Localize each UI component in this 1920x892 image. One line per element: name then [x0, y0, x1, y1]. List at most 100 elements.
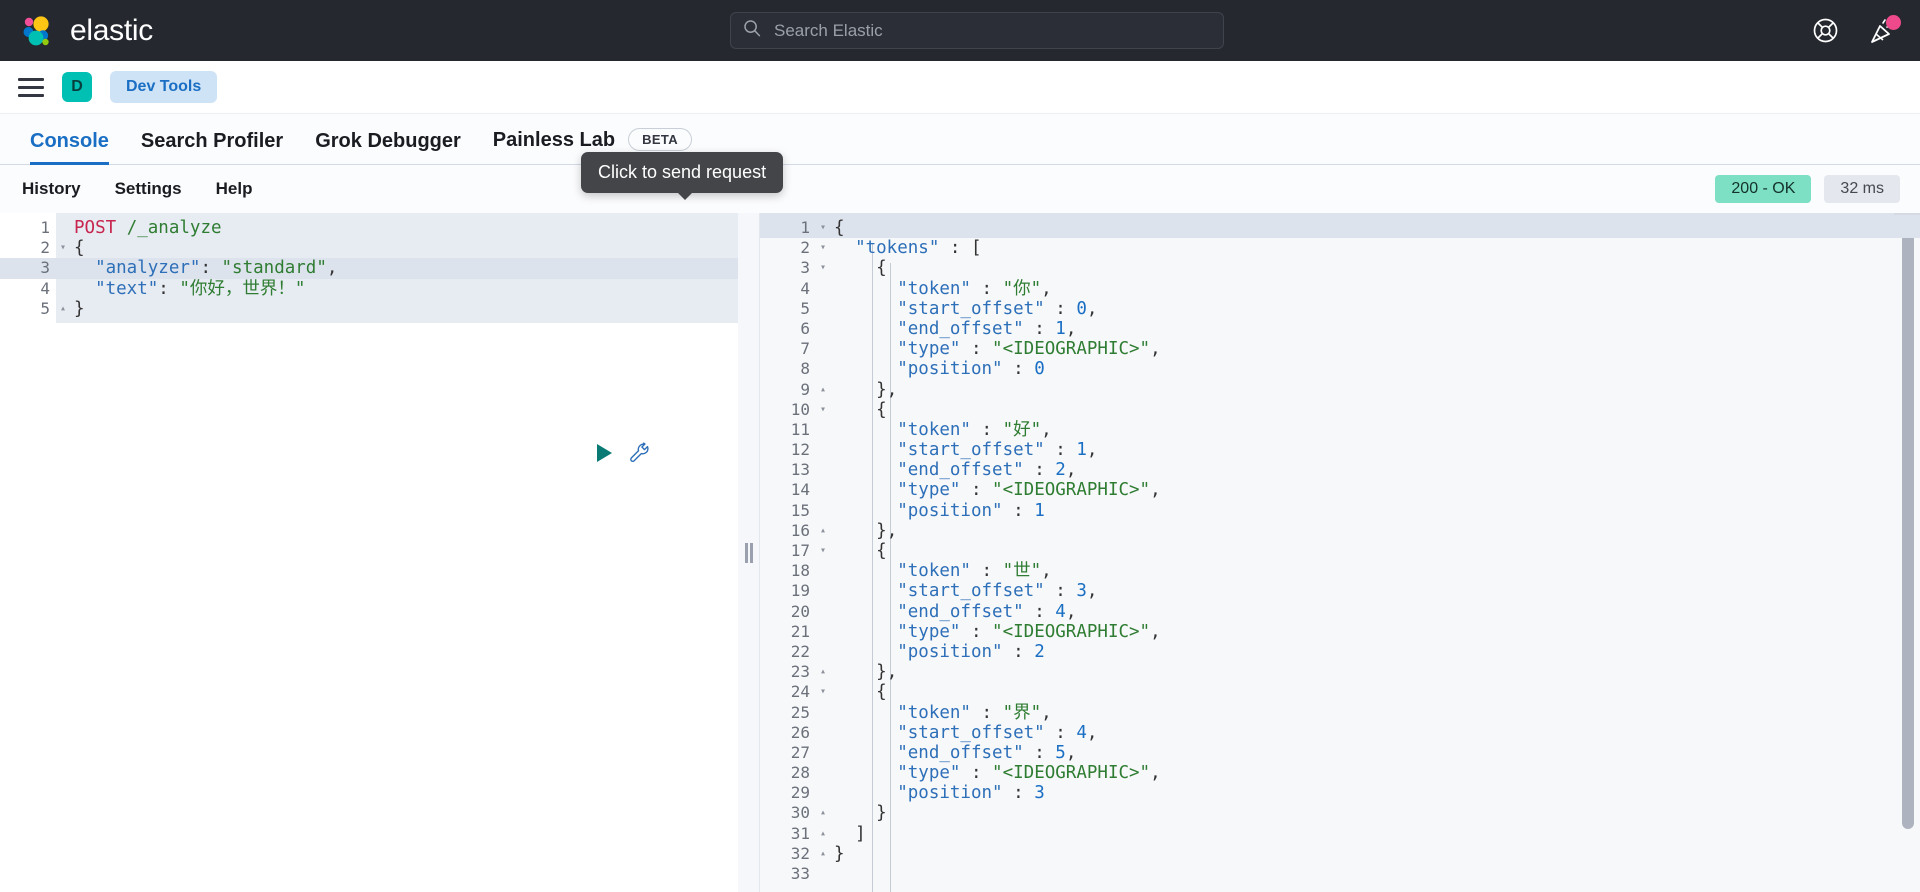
- response-status: 200 - OK 32 ms: [1715, 175, 1900, 203]
- code-line[interactable]: 15 "position" : 1: [760, 501, 1920, 521]
- code-line[interactable]: 28 "type" : "<IDEOGRAPHIC>",: [760, 763, 1920, 783]
- code-line[interactable]: 32 ▴}: [760, 844, 1920, 864]
- code-line[interactable]: 2 ▾{: [0, 238, 738, 258]
- menu-icon[interactable]: [18, 76, 44, 98]
- code-line[interactable]: 21 "type" : "<IDEOGRAPHIC>",: [760, 622, 1920, 642]
- settings-button[interactable]: Settings: [115, 179, 182, 199]
- request-editor-lines[interactable]: 1 POST /_analyze 2 ▾{3 "analyzer": "standar…: [0, 213, 738, 319]
- code-text: "token" : "好",: [897, 419, 1052, 440]
- elastic-logo-icon: [18, 12, 56, 50]
- fold-toggle-icon[interactable]: ▴: [816, 803, 830, 823]
- code-line[interactable]: 23 ▴ },: [760, 662, 1920, 682]
- line-number: 3: [800, 258, 810, 278]
- fold-toggle-icon[interactable]: ▾: [816, 238, 830, 258]
- code-line[interactable]: 3 "analyzer": "standard",: [0, 258, 738, 279]
- code-line[interactable]: 5 "start_offset" : 0,: [760, 299, 1920, 319]
- open-documentation-icon[interactable]: [628, 441, 652, 470]
- line-number: 9: [800, 379, 810, 399]
- code-line[interactable]: 4 "token" : "你",: [760, 279, 1920, 299]
- fold-toggle-icon[interactable]: ▴: [56, 299, 70, 319]
- code-line[interactable]: 25 "token" : "界",: [760, 703, 1920, 723]
- line-number: 5: [40, 298, 50, 318]
- line-number: 5: [800, 298, 810, 318]
- space-avatar[interactable]: D: [62, 72, 92, 102]
- code-line[interactable]: 8 "position" : 0: [760, 359, 1920, 379]
- code-line[interactable]: 31 ▴ ]: [760, 824, 1920, 844]
- code-text: {: [876, 399, 887, 420]
- fold-toggle-icon[interactable]: ▴: [816, 521, 830, 541]
- code-line[interactable]: 13 "end_offset" : 2,: [760, 460, 1920, 480]
- code-line[interactable]: 5 ▴}: [0, 299, 738, 319]
- code-line[interactable]: 30 ▴ }: [760, 803, 1920, 823]
- code-line[interactable]: 14 "type" : "<IDEOGRAPHIC>",: [760, 480, 1920, 500]
- code-text: "type" : "<IDEOGRAPHIC>",: [897, 480, 1161, 501]
- code-line[interactable]: 6 "end_offset" : 1,: [760, 319, 1920, 339]
- code-line[interactable]: 22 "position" : 2: [760, 642, 1920, 662]
- code-line[interactable]: 2 ▾ "tokens" : [: [760, 238, 1920, 258]
- code-line[interactable]: 26 "start_offset" : 4,: [760, 723, 1920, 743]
- code-line[interactable]: 7 "type" : "<IDEOGRAPHIC>",: [760, 339, 1920, 359]
- brand-name: elastic: [70, 13, 153, 47]
- code-line[interactable]: 1 ▾{: [760, 218, 1920, 239]
- help-icon[interactable]: [1810, 16, 1840, 46]
- fold-toggle-icon[interactable]: ▴: [816, 844, 830, 864]
- line-number: 17: [790, 541, 810, 560]
- line-number: 22: [790, 641, 810, 661]
- code-line[interactable]: 3 ▾ {: [760, 258, 1920, 278]
- code-line[interactable]: 17 ▾ {: [760, 541, 1920, 561]
- brand[interactable]: elastic: [0, 12, 153, 50]
- fold-toggle-icon[interactable]: ▴: [816, 662, 830, 682]
- tab-search-profiler[interactable]: Search Profiler: [125, 131, 299, 164]
- fold-toggle-icon[interactable]: ▴: [816, 380, 830, 400]
- line-number: 2: [800, 238, 810, 258]
- code-text: {: [74, 238, 85, 259]
- search-input[interactable]: [772, 19, 1211, 42]
- fold-toggle-icon[interactable]: ▾: [56, 238, 70, 258]
- code-text: {: [876, 258, 887, 279]
- tab-grok-debugger[interactable]: Grok Debugger: [299, 131, 477, 164]
- code-line[interactable]: 1 POST /_analyze: [0, 218, 738, 238]
- code-line[interactable]: 24 ▾ {: [760, 682, 1920, 702]
- global-search[interactable]: [730, 12, 1224, 49]
- code-text: "end_offset" : 1,: [897, 318, 1077, 339]
- line-number: 30: [790, 803, 810, 823]
- help-button[interactable]: Help: [216, 179, 253, 199]
- tab-painless-lab-label: Painless Lab: [492, 128, 616, 151]
- code-line[interactable]: 33: [760, 864, 1920, 884]
- whats-new-icon[interactable]: [1868, 14, 1901, 46]
- code-line[interactable]: 11 "token" : "好",: [760, 420, 1920, 440]
- code-line[interactable]: 10 ▾ {: [760, 400, 1920, 420]
- breadcrumb-item-dev-tools[interactable]: Dev Tools: [110, 71, 218, 103]
- request-editor-pane[interactable]: 1 POST /_analyze 2 ▾{3 "analyzer": "standar…: [0, 213, 738, 892]
- pane-resize-handle[interactable]: [738, 213, 760, 892]
- fold-toggle-icon[interactable]: ▴: [816, 824, 830, 844]
- history-button[interactable]: History: [22, 179, 81, 199]
- code-line[interactable]: 20 "end_offset" : 4,: [760, 602, 1920, 622]
- line-number: 29: [790, 783, 810, 803]
- code-line[interactable]: 27 "end_offset" : 5,: [760, 743, 1920, 763]
- fold-toggle-icon[interactable]: ▾: [816, 682, 830, 702]
- code-line[interactable]: 9 ▴ },: [760, 380, 1920, 400]
- fold-toggle-icon[interactable]: ▾: [816, 400, 830, 420]
- code-line[interactable]: 19 "start_offset" : 3,: [760, 581, 1920, 601]
- response-editor-pane[interactable]: 1 ▾{2 ▾ "tokens" : [3 ▾ {4 "token" : "你", 5 …: [760, 213, 1920, 892]
- fold-toggle-icon[interactable]: ▾: [816, 258, 830, 278]
- request-action-buttons: [594, 441, 652, 470]
- send-request-icon[interactable]: [594, 442, 614, 469]
- code-line[interactable]: 4 "text": "你好，世界！": [0, 279, 738, 299]
- fold-toggle-icon[interactable]: ▾: [816, 541, 830, 561]
- line-number: 21: [790, 621, 810, 641]
- code-line[interactable]: 16 ▴ },: [760, 521, 1920, 541]
- response-editor-lines[interactable]: 1 ▾{2 ▾ "tokens" : [3 ▾ {4 "token" : "你", 5 …: [760, 213, 1920, 884]
- code-line[interactable]: 12 "start_offset" : 1,: [760, 440, 1920, 460]
- line-number: 20: [790, 601, 810, 621]
- tab-console[interactable]: Console: [14, 131, 125, 165]
- line-number: 8: [800, 359, 810, 379]
- fold-toggle-icon[interactable]: ▾: [816, 218, 830, 238]
- code-text: "type" : "<IDEOGRAPHIC>",: [897, 621, 1161, 642]
- line-number: 3: [40, 258, 50, 278]
- code-text: },: [876, 520, 898, 541]
- resize-grip-icon: [744, 542, 754, 563]
- code-line[interactable]: 18 "token" : "世",: [760, 561, 1920, 581]
- code-line[interactable]: 29 "position" : 3: [760, 783, 1920, 803]
